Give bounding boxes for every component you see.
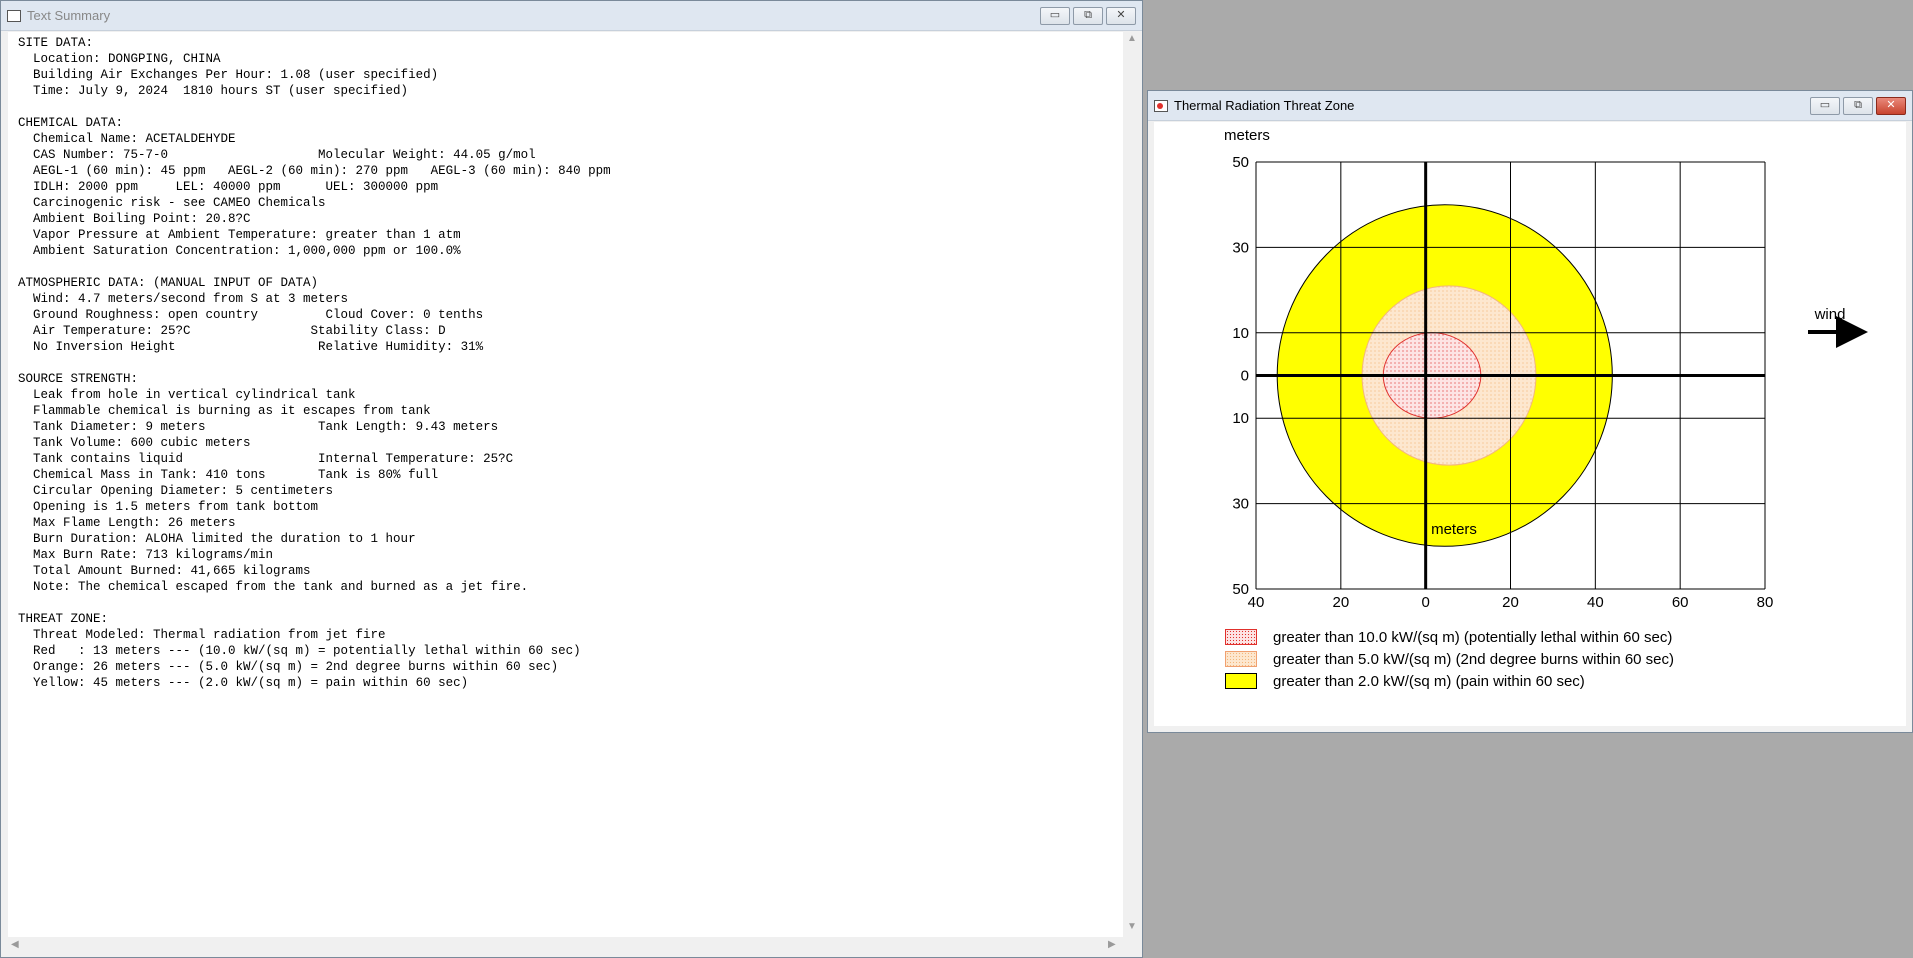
y-tick-label: 50 bbox=[1232, 581, 1249, 598]
x-tick-label: 40 bbox=[1587, 594, 1604, 611]
y-tick-label: 10 bbox=[1232, 410, 1249, 427]
maximize-button[interactable]: ⧉ bbox=[1073, 6, 1103, 25]
close-button[interactable]: ✕ bbox=[1106, 6, 1136, 25]
legend-label: greater than 5.0 kW/(sq m) (2nd degree b… bbox=[1273, 650, 1675, 668]
x-tick-label: 40 bbox=[1248, 594, 1265, 611]
report-text-area[interactable]: SITE DATA: Location: DONGPING, CHINA Bui… bbox=[8, 32, 1123, 937]
scroll-right-icon[interactable]: ▶ bbox=[1108, 940, 1116, 950]
y-tick-label: 30 bbox=[1232, 496, 1249, 513]
legend-item-yellow: greater than 2.0 kW/(sq m) (pain within … bbox=[1225, 671, 1585, 691]
report-text: SITE DATA: Location: DONGPING, CHINA Bui… bbox=[18, 36, 611, 690]
y-axis-label: meters bbox=[1224, 127, 1270, 144]
threat-zone-chart: 40 20 0 20 40 60 80 50 30 10 0 10 30 50 meters meters… bbox=[1224, 127, 1868, 611]
legend-swatch-orange bbox=[1225, 651, 1257, 667]
minimize-button[interactable]: ▭ bbox=[1040, 6, 1070, 25]
x-tick-label: 0 bbox=[1421, 594, 1429, 611]
x-tick-label: 60 bbox=[1672, 594, 1689, 611]
scroll-down-icon[interactable]: ▼ bbox=[1127, 922, 1137, 932]
threat-zone-window[interactable]: Thermal Radiation Threat Zone ▭ ⧉ ✕ 40 2… bbox=[1147, 90, 1913, 733]
y-tick-label: 30 bbox=[1232, 239, 1249, 256]
threat-zone-icon bbox=[1154, 99, 1168, 112]
legend-item-orange: greater than 5.0 kW/(sq m) (2nd degree b… bbox=[1225, 649, 1674, 669]
close-button[interactable]: ✕ bbox=[1876, 96, 1906, 115]
document-icon bbox=[7, 9, 21, 22]
x-axis-label: meters bbox=[1431, 521, 1477, 538]
legend-swatch-red bbox=[1225, 629, 1257, 645]
maximize-button[interactable]: ⧉ bbox=[1843, 96, 1873, 115]
scroll-left-icon[interactable]: ◀ bbox=[11, 940, 19, 950]
threat-zone-titlebar[interactable]: Thermal Radiation Threat Zone ▭ ⧉ ✕ bbox=[1148, 91, 1912, 121]
scroll-up-icon[interactable]: ▲ bbox=[1127, 34, 1137, 44]
legend-swatch-yellow bbox=[1225, 673, 1257, 689]
y-tick-label: 50 bbox=[1232, 154, 1249, 171]
horizontal-scrollbar[interactable]: ◀ ▶ bbox=[8, 937, 1123, 954]
y-tick-label: 0 bbox=[1241, 368, 1249, 385]
x-tick-label: 20 bbox=[1332, 594, 1349, 611]
legend-label: greater than 10.0 kW/(sq m) (potentially… bbox=[1273, 628, 1673, 646]
x-tick-label: 80 bbox=[1757, 594, 1774, 611]
window-title: Thermal Radiation Threat Zone bbox=[1174, 98, 1355, 113]
text-summary-titlebar[interactable]: Text Summary ▭ ⧉ ✕ bbox=[1, 1, 1142, 31]
minimize-button[interactable]: ▭ bbox=[1810, 96, 1840, 115]
y-tick-label: 10 bbox=[1232, 325, 1249, 342]
vertical-scrollbar[interactable]: ▲ ▼ bbox=[1123, 32, 1140, 937]
threat-zone-plot-area: 40 20 0 20 40 60 80 50 30 10 0 10 30 50 meters meters… bbox=[1154, 122, 1906, 726]
legend-label: greater than 2.0 kW/(sq m) (pain within … bbox=[1273, 672, 1585, 690]
wind-label: wind bbox=[1814, 306, 1846, 323]
x-tick-label: 20 bbox=[1502, 594, 1519, 611]
legend-item-red: greater than 10.0 kW/(sq m) (potentially… bbox=[1225, 627, 1672, 647]
text-summary-window[interactable]: Text Summary ▭ ⧉ ✕ SITE DATA: Location: … bbox=[0, 0, 1143, 958]
window-title: Text Summary bbox=[27, 8, 111, 23]
